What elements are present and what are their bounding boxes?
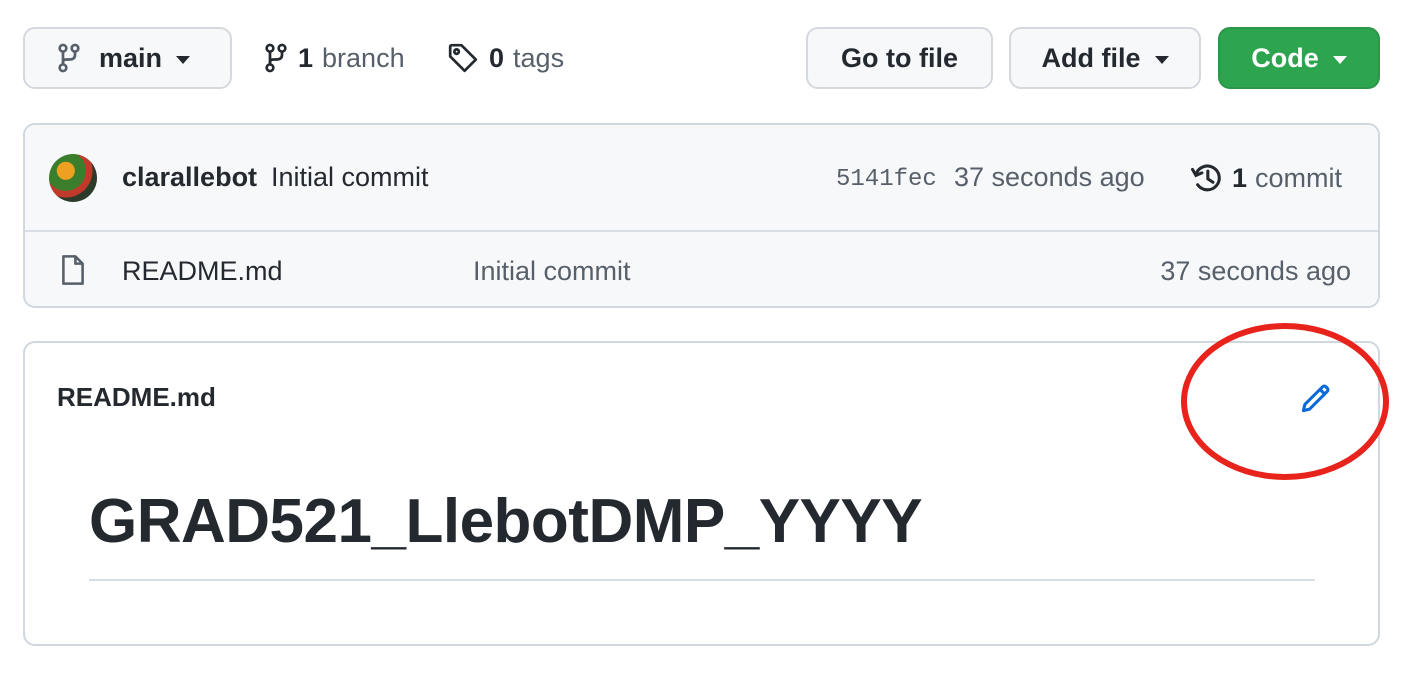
tags-link[interactable]: 0 tags	[447, 27, 564, 89]
commit-count-label: commit	[1255, 162, 1343, 193]
branch-count-label: branch	[322, 42, 405, 73]
commit-author-link[interactable]: clarallebot	[122, 162, 257, 193]
branch-count: 1	[298, 42, 314, 73]
chevron-down-icon	[1154, 56, 1169, 64]
readme-panel: README.md GRAD521_LlebotDMP_YYYY	[23, 341, 1380, 646]
avatar[interactable]	[49, 154, 97, 202]
file-listing: clarallebot Initial commit 5141fec 37 se…	[23, 123, 1380, 308]
go-to-file-label: Go to file	[841, 42, 958, 73]
chevron-down-icon	[176, 56, 191, 64]
tag-count-label: tags	[513, 42, 565, 73]
commit-history-link[interactable]: 1 commit	[1190, 156, 1342, 200]
history-icon	[1190, 161, 1224, 195]
go-to-file-button[interactable]: Go to file	[806, 27, 993, 89]
tag-icon	[447, 42, 479, 74]
latest-commit-row: clarallebot Initial commit 5141fec 37 se…	[25, 125, 1378, 232]
commit-time: 37 seconds ago	[954, 162, 1145, 192]
branches-link[interactable]: 1 branch	[264, 27, 405, 89]
branch-selector-button[interactable]: main	[23, 27, 232, 89]
pencil-icon[interactable]	[1298, 380, 1334, 421]
git-branch-icon	[264, 43, 288, 73]
tag-count: 0	[489, 42, 505, 73]
git-branch-icon	[57, 43, 81, 73]
heading-divider	[89, 579, 1315, 581]
commit-count: 1	[1232, 162, 1248, 193]
repository-page: main 1 branch 0 tags Go to file Add file	[0, 0, 1408, 676]
chevron-down-icon	[1332, 56, 1347, 64]
commit-message-link[interactable]: Initial commit	[271, 162, 429, 193]
file-commit-time: 37 seconds ago	[1160, 256, 1351, 286]
readme-title: README.md	[57, 382, 216, 412]
add-file-label: Add file	[1041, 42, 1141, 73]
list-item[interactable]: README.md Initial commit 37 seconds ago	[25, 232, 1378, 306]
readme-heading: GRAD521_LlebotDMP_YYYY	[89, 487, 923, 556]
code-label: Code	[1251, 42, 1319, 73]
commit-sha-link[interactable]: 5141fec	[836, 166, 937, 193]
file-icon	[60, 254, 86, 291]
code-button[interactable]: Code	[1218, 27, 1380, 89]
add-file-button[interactable]: Add file	[1009, 27, 1201, 89]
file-commit-message-link[interactable]: Initial commit	[473, 256, 631, 287]
branch-name: main	[99, 42, 163, 73]
file-name-link[interactable]: README.md	[122, 256, 283, 287]
